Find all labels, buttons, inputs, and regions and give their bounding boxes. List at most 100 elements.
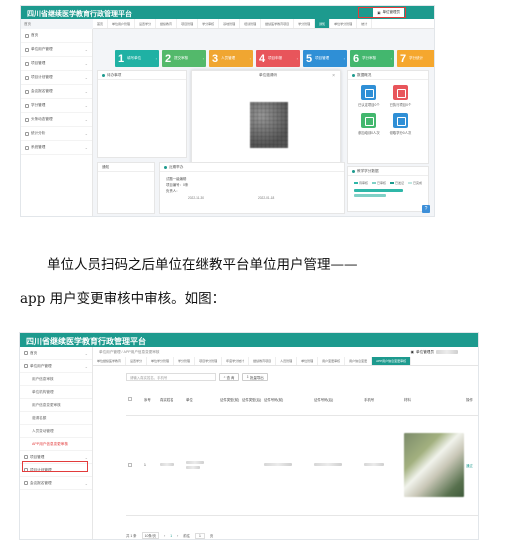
sidebar-subitem[interactable]: 用户信息审核	[20, 373, 92, 386]
tab[interactable]: 通知	[315, 19, 331, 28]
material-photo[interactable]	[404, 433, 464, 497]
sidebar-item[interactable]: 会议报名管理 ⌄	[20, 477, 92, 490]
tab[interactable]: 单位用户管理	[108, 19, 136, 28]
tab[interactable]: 设置学分	[126, 357, 148, 365]
overview-tile[interactable]: 领取学分0人次	[390, 113, 411, 135]
sidebar-item[interactable]: 首页	[21, 29, 92, 43]
sidebar-item[interactable]: 首页 ⌄	[20, 347, 92, 360]
overview-tile[interactable]: 参加培训0人次	[358, 113, 380, 135]
tab[interactable]: 年度学分统计	[222, 357, 250, 365]
sidebar-item-label: 会议报名管理	[30, 480, 52, 485]
column-header: 序号	[142, 385, 158, 416]
sidebar-item-label: 系统管理	[31, 145, 46, 149]
next-page-button[interactable]: ›	[177, 534, 178, 538]
user-icon: ▣	[410, 350, 415, 354]
sidebar-subitem[interactable]: APP用户信息变更审核	[20, 438, 92, 451]
tab[interactable]: APP用户信息变更审核	[372, 357, 412, 365]
tab[interactable]: 单位学分管理	[147, 357, 175, 365]
column-header: 材料	[402, 385, 464, 416]
tab[interactable]: 单位学分管理	[330, 19, 358, 28]
column-header: 证件号码(后)	[312, 385, 362, 416]
sidebar-item[interactable]: 统计分析 ⌄	[21, 127, 92, 141]
page-size-select[interactable]: 10条/页	[141, 532, 160, 539]
notice-title: 通知	[102, 164, 110, 169]
overview-tile[interactable]: 已认定项目0个	[358, 85, 380, 107]
step-card[interactable]: 3 人员管理 ›	[209, 50, 253, 67]
tab[interactable]: 单位管理	[297, 357, 319, 365]
user-name-redacted	[436, 350, 458, 354]
tab[interactable]: 学分审核	[198, 19, 220, 28]
step-label: 学分审核	[362, 56, 377, 60]
id-before-redacted	[264, 463, 292, 466]
sidebar-item[interactable]: 学分管理 ⌄	[21, 99, 92, 113]
tab[interactable]: 学分管理	[294, 19, 316, 28]
row-checkbox[interactable]	[128, 462, 132, 467]
step-card[interactable]: 2 提交审核 ›	[162, 50, 206, 67]
step-card[interactable]: 6 学分审核 ›	[350, 50, 394, 67]
prev-page-button[interactable]: ‹	[164, 534, 165, 538]
step-card[interactable]: 4 项目申报 ›	[256, 50, 300, 67]
step-number: 2	[165, 52, 172, 65]
sidebar-item[interactable]: 项目计划管理 ⌄	[21, 71, 92, 85]
chevron-down-icon: ⌄	[84, 145, 88, 150]
select-all-checkbox[interactable]	[128, 397, 132, 402]
tab[interactable]: 继续教育项目	[249, 357, 277, 365]
recent-panel: 近期举办 试题一级编辑 项目编号：0条 负责人： 2022-11-30 2022…	[159, 162, 345, 214]
search-input[interactable]: 请输入真实姓名、手机号	[126, 373, 216, 381]
tab[interactable]: 项目学分管理	[195, 357, 223, 365]
tile-icon	[361, 85, 377, 100]
tab[interactable]: 继续教育	[156, 19, 178, 28]
tab[interactable]: 用户变更审核	[318, 357, 346, 365]
total-count: 共 1 条	[126, 534, 137, 538]
sidebar-item[interactable]: 会议报名管理 ⌄	[21, 85, 92, 99]
step-card[interactable]: 7学分统计›	[397, 50, 434, 67]
pending-title: 待办事项	[107, 72, 122, 77]
tab[interactable]: 项目管理	[177, 19, 199, 28]
sidebar-item[interactable]: 项目管理 ⌄	[21, 57, 92, 71]
user-menu[interactable]: ▣ 单位管理员	[411, 348, 458, 356]
tab[interactable]: 设置学分	[135, 19, 157, 28]
sidebar-subitem[interactable]: 单位机构管理	[20, 386, 92, 399]
column-header: 单位	[184, 385, 218, 416]
search-button[interactable]: ⌕ 查 询	[219, 373, 239, 381]
approve-link[interactable]: 通过	[466, 464, 473, 468]
tab[interactable]: 统计	[357, 19, 373, 28]
step-label: 填写单位	[127, 56, 142, 60]
notice-panel: 通知	[97, 162, 155, 214]
tab[interactable]: 首页	[93, 19, 109, 28]
step-card[interactable]: 5 项目管理 ›	[303, 50, 347, 67]
menu-icon	[25, 131, 29, 136]
stats-panel: 教学学分数据 待审核 已审核 已发证 已完成	[347, 166, 429, 212]
close-icon[interactable]: ×	[332, 73, 335, 79]
chevron-down-icon: ⌄	[84, 75, 88, 80]
sidebar-subitem[interactable]: 人员变动管理	[20, 425, 92, 438]
tab[interactable]: 学分管理	[174, 357, 196, 365]
step-card[interactable]: 1 填写单位 ›	[115, 50, 159, 67]
export-button[interactable]: ⇩ 批量导出	[242, 373, 268, 381]
tab[interactable]: 人员管理	[276, 357, 298, 365]
sidebar-item-label: 首页	[30, 350, 38, 355]
tab[interactable]: 继续医学教育项目	[261, 19, 295, 28]
chevron-down-icon: ⌄	[84, 89, 88, 94]
sidebar-item[interactable]: 单位用户管理 ⌄	[21, 43, 92, 57]
help-button[interactable]: ?	[422, 205, 430, 213]
goto-page-input[interactable]: 1	[195, 532, 205, 539]
tab[interactable]: 用户信息变更	[345, 357, 373, 365]
tab[interactable]: 基地管理	[219, 19, 241, 28]
breadcrumb: 单位用户管理 / APP用户信息变更审核	[99, 350, 160, 354]
user-menu-highlight	[358, 7, 406, 18]
sidebar-subitem[interactable]: 用户信息变更审核	[20, 399, 92, 412]
sidebar-item[interactable]: 系统管理 ⌄	[21, 141, 92, 155]
overview-tile[interactable]: 已执行项目0个	[389, 85, 412, 107]
stats-bar	[354, 189, 403, 192]
tab[interactable]: 培训管理	[240, 19, 262, 28]
sidebar-item[interactable]: 头条动态管理 ⌄	[21, 113, 92, 127]
sidebar-item-label: 学分管理	[31, 103, 46, 107]
bullet-icon	[164, 165, 167, 169]
sidebar-item[interactable]: 单位用户管理 ⌄	[20, 360, 92, 373]
sidebar-subitem[interactable]: 邀请名额	[20, 412, 92, 425]
tab[interactable]: 单位继续医学教育	[93, 357, 127, 365]
recent-date: 2022-01-18	[258, 196, 275, 200]
current-page[interactable]: 1	[170, 534, 172, 538]
tile-label: 已执行项目0个	[389, 103, 412, 107]
